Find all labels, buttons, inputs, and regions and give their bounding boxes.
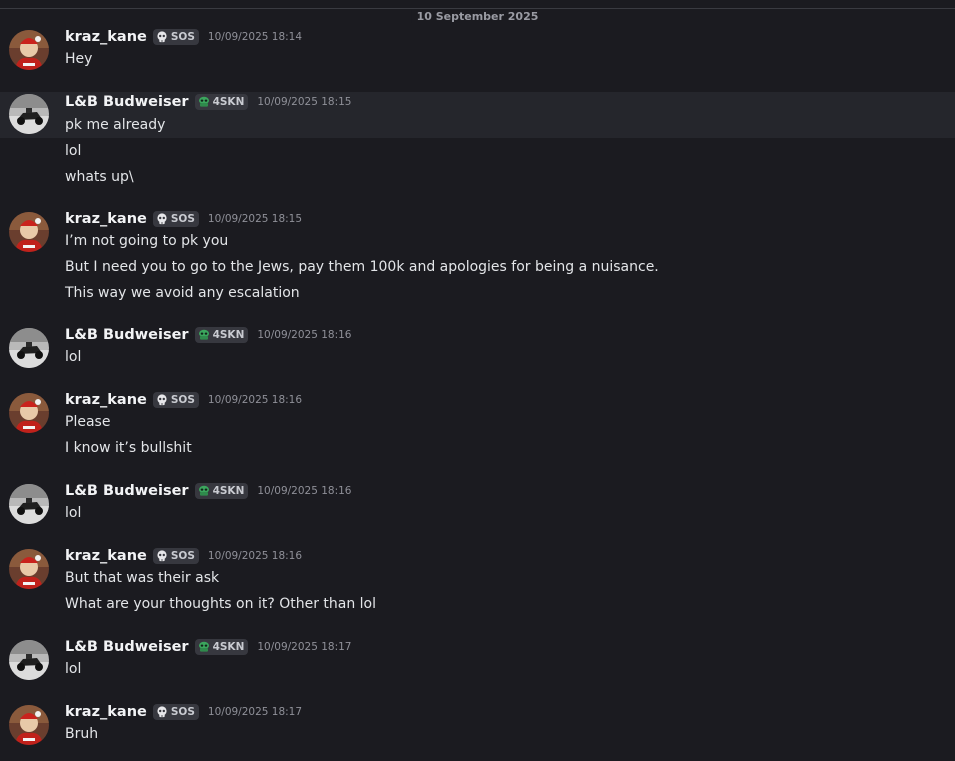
username[interactable]: kraz_kane — [65, 548, 147, 564]
timestamp: 10/09/2025 18:17 — [257, 641, 352, 653]
avatar[interactable] — [9, 705, 49, 745]
message-group[interactable]: L&B Budweiser 4SKN 10/09/2025 18:15 pk m… — [0, 92, 955, 138]
message-group[interactable]: kraz_kane SOS 10/09/2025 18:16 Please I … — [0, 391, 955, 463]
message-line: Please — [65, 414, 111, 430]
timestamp: 10/09/2025 18:17 — [207, 706, 303, 718]
clan-tag-label: 4SKN — [212, 641, 245, 653]
clan-tag[interactable]: SOS — [152, 548, 199, 564]
message-group[interactable]: L&B Budweiser 4SKN 10/09/2025 18:17 lol — [0, 638, 955, 684]
clan-tag[interactable]: 4SKN — [194, 639, 249, 655]
username[interactable]: kraz_kane — [65, 392, 147, 408]
message-group[interactable]: kraz_kane SOS 10/09/2025 18:14 Hey — [0, 28, 955, 78]
timestamp: 10/09/2025 18:16 — [257, 485, 352, 497]
username[interactable]: L&B Budweiser — [65, 483, 189, 499]
message-line: lol — [65, 661, 82, 677]
clan-tag[interactable]: 4SKN — [194, 483, 249, 499]
message-line: lol — [65, 143, 82, 159]
clan-tag-label: 4SKN — [212, 329, 245, 341]
clan-tag[interactable]: SOS — [152, 211, 199, 227]
clan-tag-label: SOS — [170, 706, 195, 718]
timestamp: 10/09/2025 18:16 — [207, 550, 303, 562]
username[interactable]: L&B Budweiser — [65, 327, 189, 343]
alien-icon — [198, 485, 209, 496]
skull-icon — [157, 550, 167, 562]
message-group[interactable]: kraz_kane SOS 10/09/2025 18:17 Bruh — [0, 703, 955, 753]
avatar[interactable] — [9, 212, 49, 252]
message-group[interactable]: L&B Budweiser 4SKN 10/09/2025 18:16 lol — [0, 482, 955, 528]
alien-icon — [198, 641, 209, 652]
message-line: whats up\ — [65, 169, 134, 185]
clan-tag-label: 4SKN — [212, 485, 245, 497]
message-line: lol — [65, 349, 82, 365]
skull-icon — [157, 213, 167, 225]
skull-icon — [157, 706, 167, 718]
clan-tag[interactable]: SOS — [152, 704, 199, 720]
avatar[interactable] — [9, 328, 49, 368]
username[interactable]: kraz_kane — [65, 29, 147, 45]
message-line: But that was their ask — [65, 570, 220, 586]
avatar[interactable] — [9, 94, 49, 134]
clan-tag[interactable]: 4SKN — [194, 94, 249, 110]
username[interactable]: kraz_kane — [65, 211, 147, 227]
skull-icon — [157, 31, 167, 43]
username[interactable]: L&B Budweiser — [65, 94, 189, 110]
message-group[interactable]: L&B Budweiser 4SKN 10/09/2025 18:16 lol — [0, 326, 955, 372]
clan-tag-label: SOS — [170, 394, 195, 406]
timestamp: 10/09/2025 18:16 — [207, 394, 303, 406]
clan-tag-label: SOS — [170, 213, 195, 225]
avatar[interactable] — [9, 393, 49, 433]
clan-tag-label: 4SKN — [212, 96, 245, 108]
date-divider: 10 September 2025 — [0, 8, 955, 23]
date-divider-label: 10 September 2025 — [410, 10, 545, 23]
avatar[interactable] — [9, 549, 49, 589]
alien-icon — [198, 329, 209, 340]
timestamp: 10/09/2025 18:15 — [207, 213, 303, 225]
avatar[interactable] — [9, 30, 49, 70]
timestamp: 10/09/2025 18:15 — [257, 96, 352, 108]
avatar[interactable] — [9, 640, 49, 680]
message-line: I know it’s bullshit — [65, 440, 192, 456]
clan-tag-label: SOS — [170, 31, 195, 43]
message-line: Hey — [65, 51, 93, 67]
message-line: This way we avoid any escalation — [65, 285, 300, 301]
message-line: Bruh — [65, 726, 99, 742]
clan-tag[interactable]: 4SKN — [194, 327, 249, 343]
skull-icon — [157, 394, 167, 406]
message-line: What are your thoughts on it? Other than… — [65, 596, 377, 612]
avatar[interactable] — [9, 484, 49, 524]
clan-tag-label: SOS — [170, 550, 195, 562]
clan-tag[interactable]: SOS — [152, 29, 199, 45]
message-line: lol — [65, 505, 82, 521]
timestamp: 10/09/2025 18:14 — [207, 31, 303, 43]
message-group[interactable]: kraz_kane SOS 10/09/2025 18:15 I’m not g… — [0, 210, 955, 310]
username[interactable]: L&B Budweiser — [65, 639, 189, 655]
username[interactable]: kraz_kane — [65, 704, 147, 720]
clan-tag[interactable]: SOS — [152, 392, 199, 408]
timestamp: 10/09/2025 18:16 — [257, 329, 352, 341]
message-line: I’m not going to pk you — [65, 233, 229, 249]
alien-icon — [198, 96, 209, 107]
message-group[interactable]: kraz_kane SOS 10/09/2025 18:16 But that … — [0, 547, 955, 619]
message-line: pk me already — [65, 117, 166, 133]
message-line: But I need you to go to the Jews, pay th… — [65, 259, 659, 275]
